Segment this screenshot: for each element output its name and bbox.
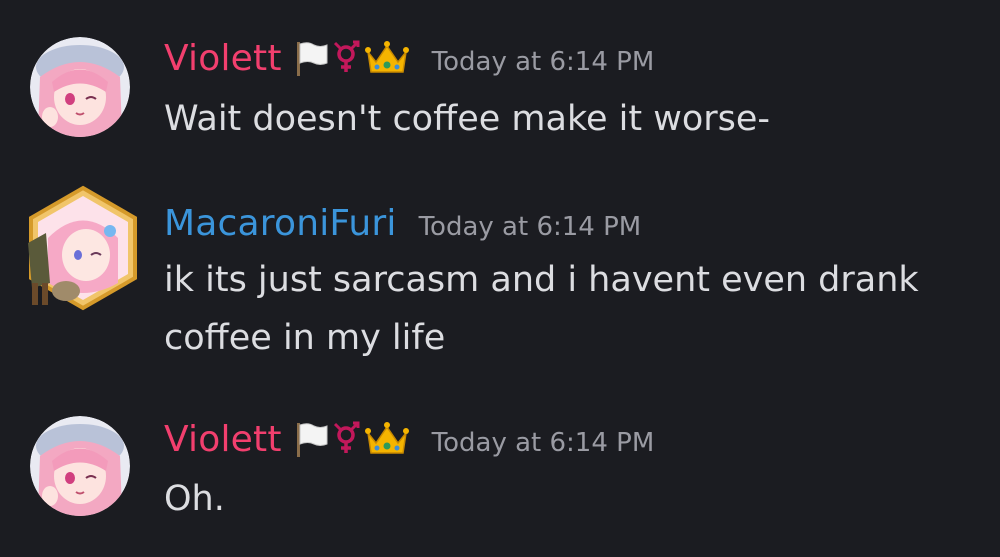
message-content: Wait doesn't coffee make it worse- [164,90,770,148]
username[interactable]: MacaroniFuri [164,203,397,244]
avatar-hexagon-frame-icon [28,185,137,311]
message-line: ik its just sarcasm and i havent even dr… [164,260,919,300]
transgender-symbol-icon[interactable] [332,419,362,463]
avatar[interactable] [30,416,130,516]
crown-icon[interactable] [364,419,410,463]
message-line: Oh. [164,479,225,519]
timestamp[interactable]: Today at 6:14 PM [432,47,655,77]
user-badges [294,419,410,463]
white-flag-icon[interactable] [294,38,330,82]
avatar-anime-girl-icon [30,416,130,516]
avatar[interactable] [18,183,148,313]
white-flag-icon[interactable] [294,419,330,463]
avatar-anime-girl-icon [30,37,130,137]
message-header: Violett Today at 6:14 PM [164,419,654,463]
chat-log: Violett Today at 6:14 PM Wait doesn't co… [0,0,1000,557]
avatar[interactable] [30,37,130,137]
transgender-symbol-icon[interactable] [332,38,362,82]
message-content: ik its just sarcasm and i havent even dr… [164,251,919,367]
timestamp[interactable]: Today at 6:14 PM [419,212,642,242]
username[interactable]: Violett [164,38,282,79]
username[interactable]: Violett [164,419,282,460]
crown-icon[interactable] [364,38,410,82]
message-header: MacaroniFuri Today at 6:14 PM [164,203,641,244]
user-badges [294,38,410,82]
timestamp[interactable]: Today at 6:14 PM [432,428,655,458]
message-content: Oh. [164,470,225,528]
message-line: Wait doesn't coffee make it worse- [164,99,771,139]
message-line: coffee in my life [164,318,446,358]
message-header: Violett Today at 6:14 PM [164,38,654,82]
